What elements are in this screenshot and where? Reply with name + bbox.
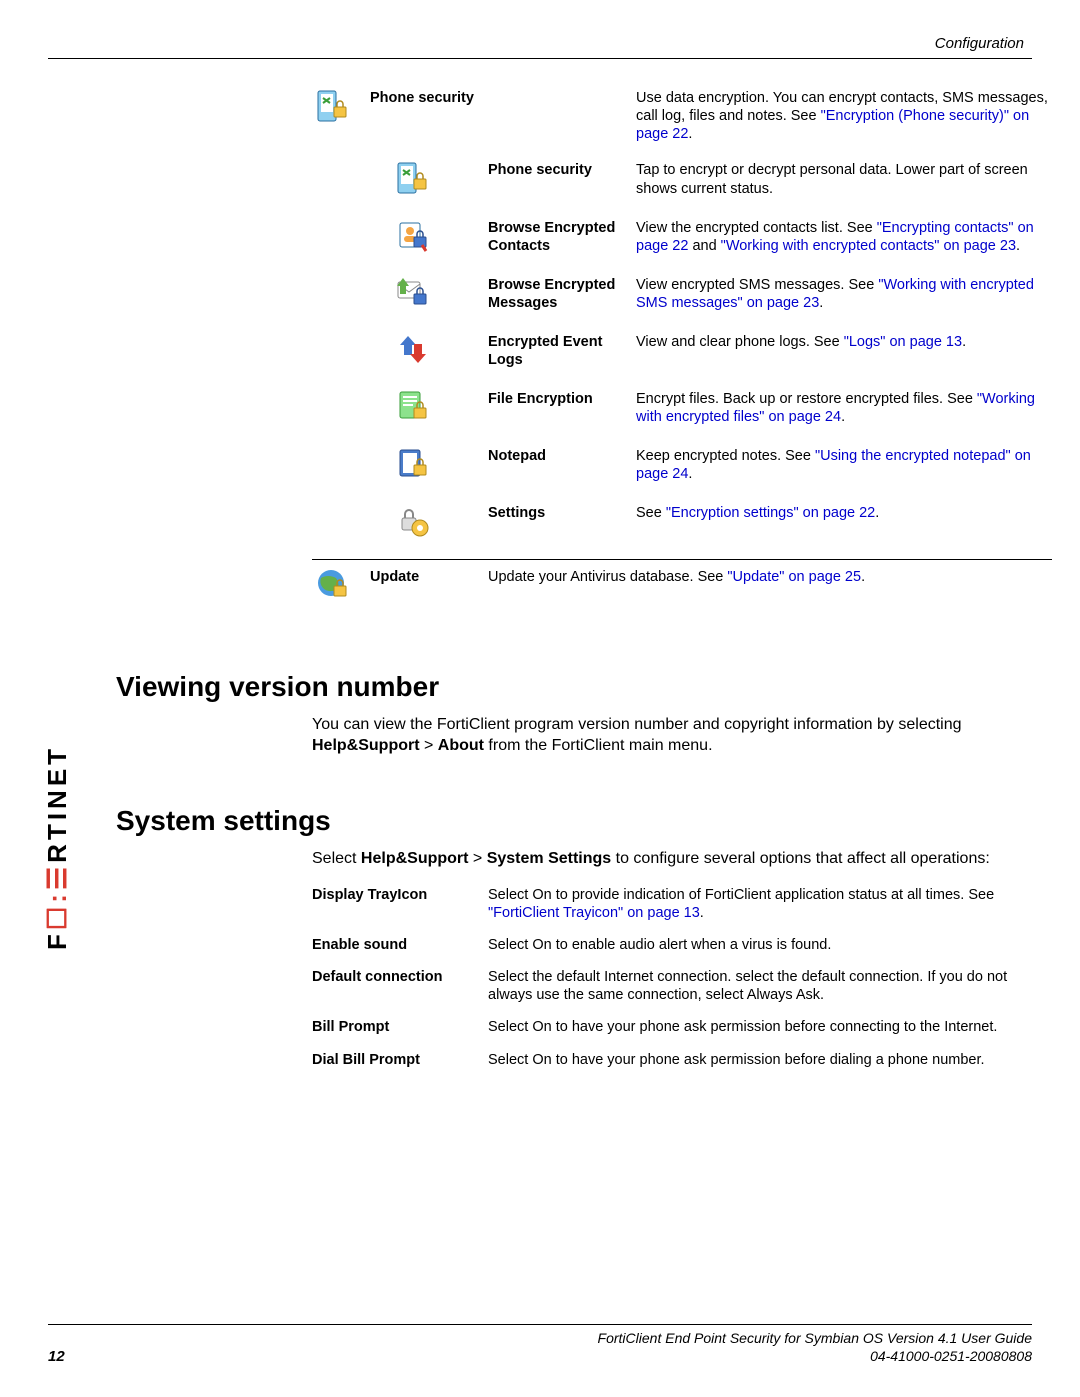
- setting-dial-bill-prompt-label: Dial Bill Prompt: [312, 1047, 488, 1079]
- browse-contacts-icon: [396, 219, 430, 253]
- sub-browse-contacts-label: Browse Encrypted Contacts: [484, 217, 632, 274]
- fortinet-logo: F☐:☰RTINET: [42, 745, 73, 950]
- xref-working-encrypted-contacts[interactable]: "Working with encrypted contacts" on pag…: [721, 238, 1016, 254]
- sub-file-encryption-desc: Encrypt files. Back up or restore encryp…: [632, 388, 1052, 445]
- sub-notepad-desc: Keep encrypted notes. See "Using the enc…: [632, 445, 1052, 502]
- footer-doc-title: FortiClient End Point Security for Symbi…: [598, 1329, 1032, 1347]
- phone-security-icon: [316, 89, 350, 123]
- sub-event-logs-label: Encrypted Event Logs: [484, 331, 632, 388]
- setting-enable-sound-desc: Select On to enable audio alert when a v…: [488, 932, 1052, 964]
- sub-browse-contacts-desc: View the encrypted contacts list. See "E…: [632, 217, 1052, 274]
- settings-icon: [396, 504, 430, 538]
- xref-update[interactable]: "Update" on page 25: [727, 569, 861, 585]
- sub-phone-security-label: Phone security: [484, 159, 632, 216]
- sub-notepad-label: Notepad: [484, 445, 632, 502]
- phone-security-desc: Use data encryption. You can encrypt con…: [632, 87, 1052, 159]
- phone-security-feature-table: Phone security Use data encryption. You …: [312, 87, 1052, 623]
- system-settings-body: Select Help&Support > System Settings to…: [312, 849, 1032, 870]
- update-icon: [316, 568, 350, 602]
- setting-enable-sound-label: Enable sound: [312, 932, 488, 964]
- page-footer: 12 FortiClient End Point Security for Sy…: [48, 1324, 1032, 1365]
- sub-phone-security-desc: Tap to encrypt or decrypt personal data.…: [632, 159, 1052, 216]
- heading-system-settings: System settings: [116, 805, 1032, 837]
- event-logs-icon: [396, 333, 430, 367]
- setting-display-trayicon-label: Display TrayIcon: [312, 882, 488, 932]
- page-number: 12: [48, 1348, 65, 1365]
- viewing-version-body: You can view the FortiClient program ver…: [312, 715, 1032, 757]
- xref-logs[interactable]: "Logs" on page 13: [844, 334, 962, 350]
- setting-display-trayicon-desc: Select On to provide indication of Forti…: [488, 882, 1052, 932]
- sub-settings-desc: See "Encryption settings" on page 22.: [632, 502, 1052, 560]
- update-desc: Update your Antivirus database. See "Upd…: [484, 560, 1052, 624]
- setting-dial-bill-prompt-desc: Select On to have your phone ask permiss…: [488, 1047, 1052, 1079]
- phone-security-sub-icon: [396, 161, 430, 195]
- system-settings-table: Display TrayIcon Select On to provide in…: [312, 882, 1052, 1079]
- sub-file-encryption-label: File Encryption: [484, 388, 632, 445]
- footer-doc-number: 04-41000-0251-20080808: [598, 1347, 1032, 1365]
- setting-bill-prompt-desc: Select On to have your phone ask permiss…: [488, 1014, 1052, 1046]
- sub-browse-messages-desc: View encrypted SMS messages. See "Workin…: [632, 274, 1052, 331]
- sub-event-logs-desc: View and clear phone logs. See "Logs" on…: [632, 331, 1052, 388]
- sub-browse-messages-label: Browse Encrypted Messages: [484, 274, 632, 331]
- sub-settings-label: Settings: [484, 502, 632, 560]
- setting-default-connection-desc: Select the default Internet connection. …: [488, 964, 1052, 1014]
- phone-security-label: Phone security: [366, 87, 632, 159]
- heading-viewing-version: Viewing version number: [116, 671, 1032, 703]
- setting-bill-prompt-label: Bill Prompt: [312, 1014, 488, 1046]
- browse-messages-icon: [396, 276, 430, 310]
- setting-default-connection-label: Default connection: [312, 964, 488, 1014]
- update-label: Update: [366, 560, 484, 624]
- header-section-label: Configuration: [48, 35, 1032, 59]
- xref-forticlient-trayicon[interactable]: "FortiClient Trayicon" on page 13: [488, 905, 700, 921]
- notepad-icon: [396, 447, 430, 481]
- file-encryption-icon: [396, 390, 430, 424]
- xref-encryption-settings[interactable]: "Encryption settings" on page 22: [666, 505, 875, 521]
